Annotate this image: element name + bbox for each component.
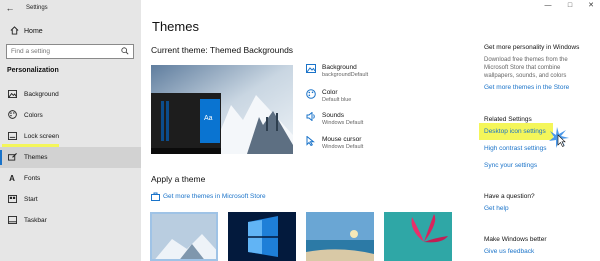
desktop-icon-settings-link[interactable]: Desktop icon settings [484,128,594,135]
store-icon [151,192,160,201]
home-nav[interactable]: Home [0,23,141,39]
get-more-themes-store-link[interactable]: Get more themes in Microsoft Store [151,192,266,201]
home-label: Home [24,27,43,35]
personality-text-line: wallpapers, sounds, and colors [484,73,567,79]
sidebar-item-taskbar[interactable]: Taskbar [0,210,141,231]
image-icon [6,89,18,100]
search-box[interactable] [6,44,134,59]
maximize-icon[interactable]: □ [561,0,579,12]
theme-preview: Aa [151,65,293,154]
sidebar-item-label: Lock screen [24,133,60,140]
sidebar-item-label: Themes [24,154,48,161]
sidebar-item-label: Taskbar [24,217,47,224]
sidebar-item-lock-screen[interactable]: Lock screen [0,126,141,147]
question-heading: Have a question? [484,193,535,200]
sidebar-item-background[interactable]: Background [0,84,141,105]
background-value: backgroundDefault [322,72,369,78]
personality-text-line: Microsoft Store that combine [484,65,561,71]
sidebar-item-themes[interactable]: Themes [0,147,141,168]
start-icon [6,194,18,205]
section-title: Personalization [7,67,59,74]
theme-thumbnail-snow[interactable] [150,212,218,261]
related-settings-heading: Related Settings [484,116,532,123]
give-feedback-link[interactable]: Give us feedback [484,248,594,255]
personality-heading: Get more personality in Windows [484,44,580,51]
current-theme-heading: Current theme: Themed Backgrounds [151,45,294,55]
brush-icon [6,152,18,163]
mouse-cursor-setting[interactable]: Mouse cursor Windows Default [306,135,364,151]
lock-screen-icon [6,131,18,142]
cursor-burst-icon [549,127,571,154]
get-more-themes-link[interactable]: Get more themes in the Store [484,84,594,91]
sync-settings-link[interactable]: Sync your settings [484,162,594,169]
cursor-icon [306,135,318,151]
speaker-icon [306,111,318,127]
sidebar-item-colors[interactable]: Colors [0,105,141,126]
title-bar: ← Settings [0,0,141,15]
color-value: Default blue [322,97,352,103]
mouse-cursor-label: Mouse cursor [322,136,362,143]
theme-thumbnail-flower[interactable] [384,212,452,261]
page-title: Themes [152,19,199,34]
sidebar-item-label: Background [24,91,59,98]
search-icon[interactable] [119,46,131,57]
image-icon [306,64,318,79]
app-title: Settings [26,4,48,11]
mouse-cursor-value: Windows Default [322,144,364,150]
fonts-icon: A [9,174,15,183]
search-input[interactable] [7,48,119,55]
background-setting[interactable]: Background backgroundDefault [306,64,368,79]
make-windows-better-heading: Make Windows better [484,236,547,243]
sounds-setting[interactable]: Sounds Windows Default [306,111,364,127]
palette-icon [306,89,318,104]
sidebar-item-label: Fonts [24,175,41,182]
sidebar-item-label: Colors [24,112,43,119]
sidebar: ← Settings Home Personalization Backgrou… [0,0,141,261]
home-icon [8,25,20,37]
apply-theme-heading: Apply a theme [151,174,206,184]
high-contrast-settings-link[interactable]: High contrast settings [484,145,594,152]
background-label: Background [322,64,357,71]
palette-icon [6,110,18,121]
sidebar-item-fonts[interactable]: A Fonts [0,168,141,189]
theme-thumbnail-beach[interactable] [306,212,374,261]
sounds-value: Windows Default [322,120,364,126]
close-icon[interactable]: ✕ [582,0,600,12]
minimize-icon[interactable]: — [539,0,557,12]
sidebar-item-start[interactable]: Start [0,189,141,210]
preview-tile-text: Aa [204,115,213,122]
theme-thumbnail-windows[interactable] [228,212,296,261]
taskbar-icon [6,215,18,226]
back-arrow-icon[interactable]: ← [2,3,18,13]
store-link-label: Get more themes in Microsoft Store [163,193,266,200]
color-label: Color [322,89,338,96]
sidebar-item-label: Start [24,196,38,203]
sounds-label: Sounds [322,112,345,119]
color-setting[interactable]: Color Default blue [306,89,351,104]
personality-text-line: Download free themes from the [484,57,568,63]
sidebar-nav: Background Colors Lock screen Themes A F… [0,84,141,231]
get-help-link[interactable]: Get help [484,205,594,212]
